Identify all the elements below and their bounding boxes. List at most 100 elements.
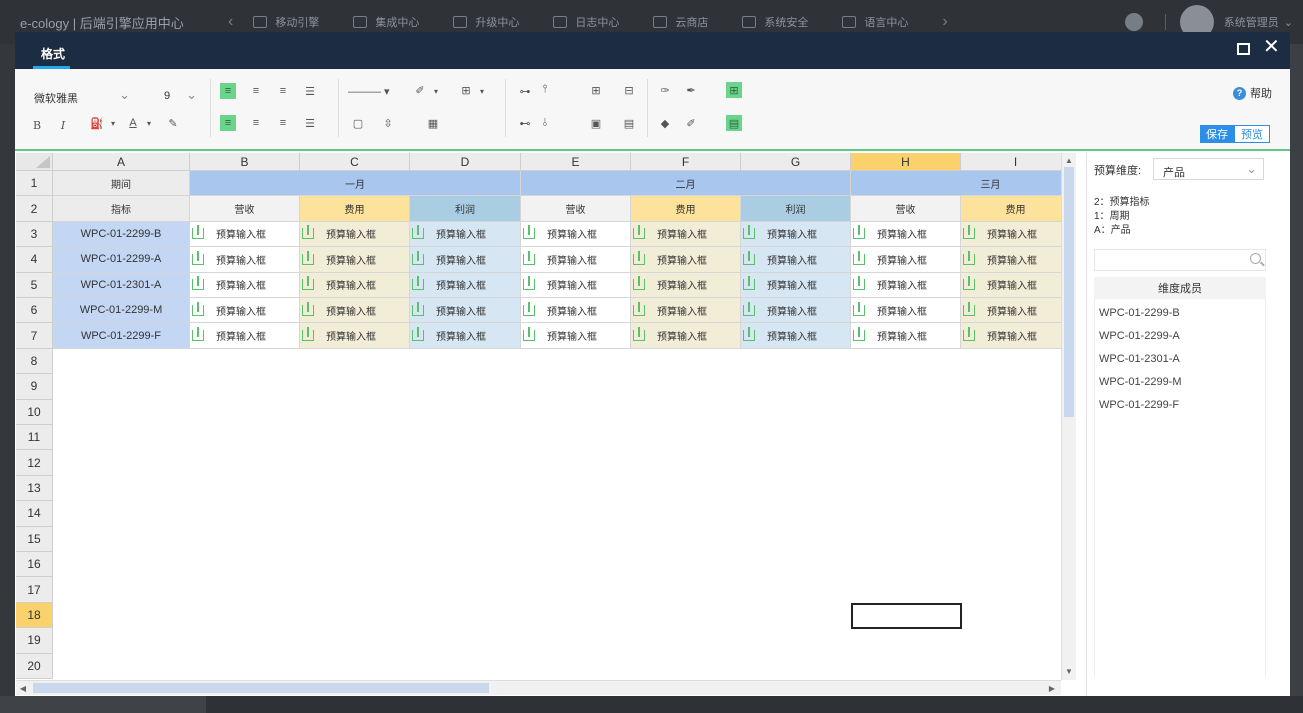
budget-input-cell[interactable]: 预算输入框: [851, 272, 961, 298]
row-header-1[interactable]: 1: [16, 171, 53, 197]
column-header-i[interactable]: I: [961, 153, 1061, 171]
row-header-9[interactable]: 9: [16, 374, 53, 400]
budget-input-cell[interactable]: 预算输入框: [190, 221, 300, 248]
budget-input-cell[interactable]: 预算输入框: [631, 247, 741, 273]
budget-input-cell[interactable]: 预算输入框: [631, 323, 741, 349]
wrap-text-icon[interactable]: ▦: [425, 115, 441, 131]
column-header-h[interactable]: H: [851, 153, 961, 171]
budget-input-cell[interactable]: 预算输入框: [741, 323, 851, 349]
list-item[interactable]: WPC-01-2299-A: [1099, 330, 1180, 342]
budget-input-cell[interactable]: 预算输入框: [190, 298, 300, 324]
font-size-select[interactable]: 9 ⌄: [161, 87, 197, 105]
budget-input-cell[interactable]: 预算输入框: [631, 221, 741, 248]
help-link[interactable]: ? 帮助: [1233, 85, 1272, 101]
user-menu-chevron-icon[interactable]: ⌄: [1284, 16, 1293, 29]
cell-indicator-c[interactable]: 费用: [300, 196, 410, 222]
budget-input-cell[interactable]: 预算输入框: [521, 272, 631, 298]
list-item[interactable]: WPC-01-2299-F: [1099, 399, 1179, 411]
column-header-a[interactable]: A: [53, 153, 190, 171]
budget-input-cell[interactable]: 预算输入框: [190, 247, 300, 273]
row-header-13[interactable]: 13: [16, 475, 53, 502]
font-color-icon[interactable]: A: [125, 115, 141, 131]
budget-input-cell[interactable]: 预算输入框: [521, 323, 631, 349]
row-header-6[interactable]: 6: [16, 298, 53, 324]
cell-product[interactable]: WPC-01-2299-A: [53, 247, 190, 273]
row-header-10[interactable]: 10: [16, 399, 53, 425]
budget-input-cell[interactable]: 预算输入框: [851, 221, 961, 248]
row-header-7[interactable]: 7: [16, 323, 53, 349]
budget-input-cell[interactable]: 预算输入框: [851, 323, 961, 349]
vertical-scroll-thumb[interactable]: [1064, 167, 1074, 417]
budget-input-cell[interactable]: 预算输入框: [300, 323, 410, 349]
nav-item-store[interactable]: 云商店: [653, 14, 708, 30]
font-family-select[interactable]: 微软雅黑 ⌄: [26, 87, 130, 105]
budget-input-cell[interactable]: 预算输入框: [410, 247, 521, 273]
bold-button[interactable]: B: [29, 117, 45, 133]
row-header-19[interactable]: 19: [16, 628, 53, 654]
justify-icon[interactable]: ☰: [302, 115, 318, 131]
budget-input-cell[interactable]: 预算输入框: [961, 272, 1061, 298]
dimension-select[interactable]: 产品 ⌄: [1153, 158, 1264, 180]
border-icon[interactable]: ⊞: [458, 82, 474, 98]
budget-input-cell[interactable]: 预算输入框: [410, 298, 521, 324]
row-height-icon[interactable]: ⇳: [380, 115, 396, 131]
cell-period-jan[interactable]: 一月: [190, 171, 521, 197]
freeze-rows-icon[interactable]: ⊞: [588, 82, 604, 98]
row-header-8[interactable]: 8: [16, 348, 53, 375]
cell-indicator-e[interactable]: 营收: [521, 196, 631, 222]
fill-color-icon[interactable]: ⛽: [89, 115, 105, 131]
budget-input-cell[interactable]: 预算输入框: [190, 272, 300, 298]
row-header-15[interactable]: 15: [16, 526, 53, 552]
column-header-c[interactable]: C: [300, 153, 410, 171]
column-header-g[interactable]: G: [741, 153, 851, 171]
fill-color-dropdown-icon[interactable]: ▾: [105, 115, 121, 131]
budget-input-cell[interactable]: 预算输入框: [741, 298, 851, 324]
nav-item-integration[interactable]: 集成中心: [353, 14, 419, 30]
vertical-scrollbar[interactable]: ▲ ▼: [1061, 153, 1076, 680]
freeze-columns-icon[interactable]: ⊟: [621, 82, 637, 98]
cell-product[interactable]: WPC-01-2299-M: [53, 298, 190, 324]
insert-column-icon[interactable]: ⫯: [537, 81, 553, 97]
spreadsheet-grid[interactable]: A B C D E F G H I 1 2 3 4 5 6 7 8 9 10 11 12 13 14 15 16 17 18 19 20…: [16, 153, 1061, 680]
budget-input-cell[interactable]: 预算输入框: [410, 272, 521, 298]
row-header-20[interactable]: 20: [16, 653, 53, 679]
horizontal-scrollbar[interactable]: ◀ ▶: [16, 680, 1061, 695]
cell-type-icon[interactable]: ▤: [621, 115, 637, 131]
nav-item-mobile[interactable]: 移动引擎: [253, 14, 319, 30]
cell-indicator-a[interactable]: 指标: [53, 196, 190, 222]
budget-input-cell[interactable]: 预算输入框: [521, 221, 631, 248]
budget-input-cell[interactable]: 预算输入框: [190, 323, 300, 349]
brush-icon[interactable]: ✐: [683, 115, 699, 131]
cell-indicator-d[interactable]: 利润: [410, 196, 521, 222]
message-icon[interactable]: [1124, 13, 1143, 31]
row-header-5[interactable]: 5: [16, 272, 53, 298]
row-header-14[interactable]: 14: [16, 501, 53, 527]
column-header-e[interactable]: E: [521, 153, 631, 171]
tab-format[interactable]: 格式: [41, 45, 65, 62]
budget-input-cell[interactable]: 预算输入框: [410, 221, 521, 248]
budget-input-cell[interactable]: 预算输入框: [741, 221, 851, 248]
row-header-17[interactable]: 17: [16, 577, 53, 603]
scroll-left-icon[interactable]: ◀: [18, 683, 28, 693]
nav-item-log[interactable]: 日志中心: [553, 14, 619, 30]
member-search-input[interactable]: [1094, 249, 1266, 271]
font-color-dropdown-icon[interactable]: ▾: [141, 115, 157, 131]
row-header-12[interactable]: 12: [16, 450, 53, 476]
grid-lines-icon[interactable]: ⊞: [726, 82, 742, 98]
delete-column-icon[interactable]: ⫰: [537, 115, 553, 131]
budget-input-cell[interactable]: 预算输入框: [851, 247, 961, 273]
budget-input-cell[interactable]: 预算输入框: [300, 221, 410, 248]
column-header-f[interactable]: F: [631, 153, 741, 171]
budget-input-cell[interactable]: 预算输入框: [300, 298, 410, 324]
line-color-icon[interactable]: ✐: [412, 82, 428, 98]
budget-input-cell[interactable]: 预算输入框: [961, 323, 1061, 349]
cell-indicator-f[interactable]: 费用: [631, 196, 741, 222]
budget-input-cell[interactable]: 预算输入框: [300, 247, 410, 273]
italic-button[interactable]: I: [55, 117, 71, 133]
budget-input-cell[interactable]: 预算输入框: [961, 221, 1061, 248]
clear-content-icon[interactable]: ✒: [683, 82, 699, 98]
clear-format-icon[interactable]: ✑: [657, 82, 673, 98]
search-icon[interactable]: [1250, 253, 1261, 264]
close-icon[interactable]: ✕: [1263, 37, 1280, 57]
budget-input-cell[interactable]: 预算输入框: [521, 247, 631, 273]
